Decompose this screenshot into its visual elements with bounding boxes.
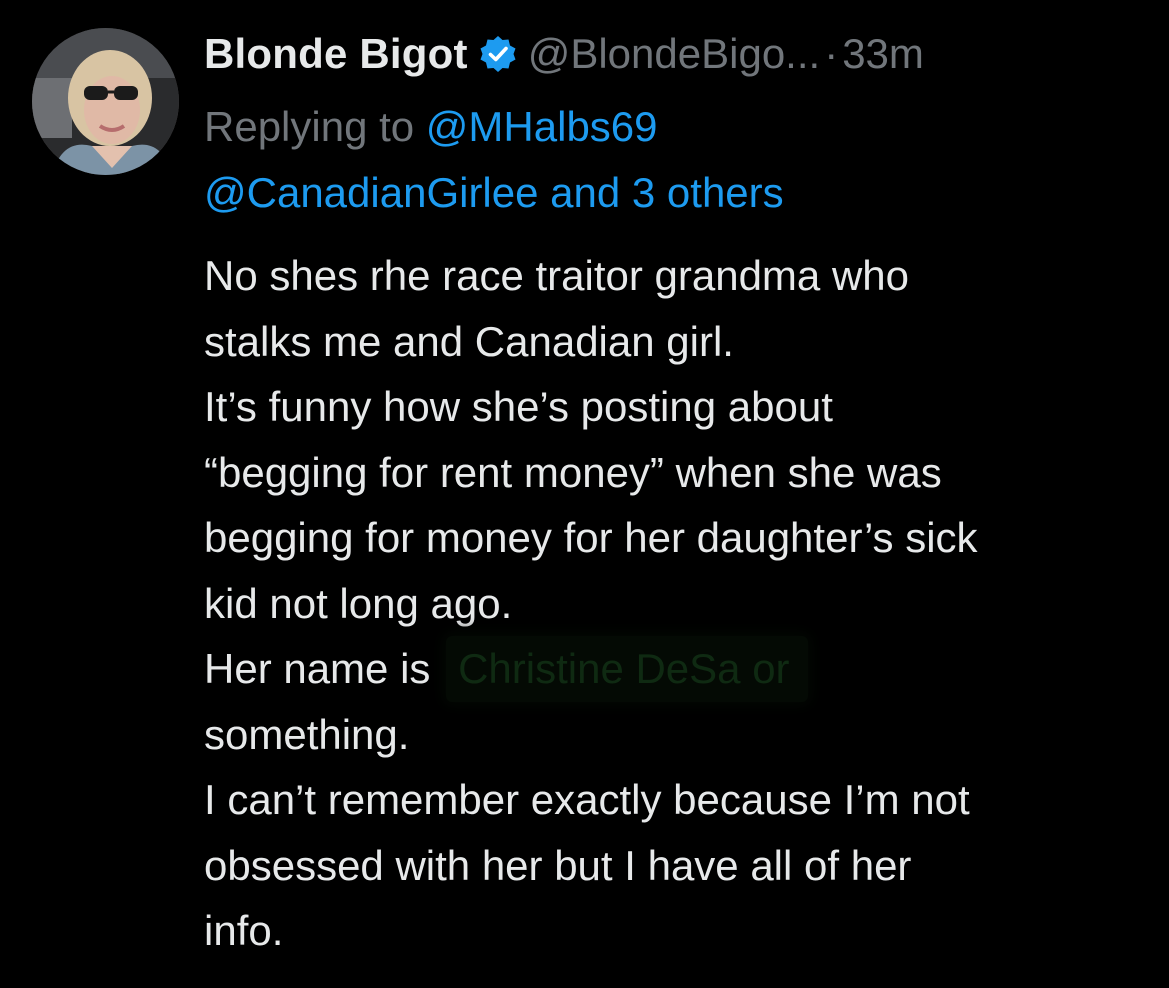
body-line: I can’t remember exactly because I’m not: [204, 776, 970, 823]
separator-dot: ·: [824, 30, 839, 77]
body-line-name: Her name is Christine DeSa or: [204, 636, 1154, 702]
body-line: info.: [204, 907, 284, 954]
tweet-body: No shes rhe race traitor grandma who sta…: [204, 243, 1154, 964]
avatar-image: [32, 28, 179, 175]
timestamp[interactable]: 33m: [842, 30, 924, 78]
body-line: stalks me and Canadian girl.: [204, 317, 734, 365]
body-line: “begging for rent money” when she was: [204, 448, 942, 496]
tweet[interactable]: Blonde Bigot @BlondeBigo... · 33m Replyi…: [0, 0, 1169, 988]
body-line: obsessed with her but I have all of her: [204, 841, 912, 889]
body-line: begging for money for her daughter’s sic…: [204, 514, 978, 561]
reply-mention-mhalbs69[interactable]: @MHalbs69: [426, 103, 658, 150]
replying-to-line: Replying to @MHalbs69: [204, 96, 658, 158]
user-handle[interactable]: @BlondeBigo...: [528, 30, 820, 78]
avatar[interactable]: [32, 28, 179, 175]
verified-badge-icon[interactable]: [478, 34, 518, 74]
redacted-name: Christine DeSa or: [446, 636, 808, 702]
display-name[interactable]: Blonde Bigot: [204, 30, 468, 78]
reply-mention-canadiangirlee[interactable]: @CanadianGirlee: [204, 169, 538, 216]
body-line: It’s funny how she’s posting about: [204, 383, 833, 430]
body-line: something.: [204, 710, 410, 758]
replying-to-line-2: @CanadianGirlee and 3 others: [204, 162, 784, 224]
more-options-icon[interactable]: [1088, 38, 1138, 68]
body-line: kid not long ago.: [204, 579, 513, 627]
name-line-prefix: Her name is: [204, 645, 443, 692]
replying-to-label: Replying to: [204, 103, 426, 150]
tweet-header: Blonde Bigot @BlondeBigo... · 33m: [204, 28, 924, 80]
reply-others-link[interactable]: and 3 others: [538, 169, 784, 216]
body-line: No shes rhe race traitor grandma who: [204, 252, 909, 299]
